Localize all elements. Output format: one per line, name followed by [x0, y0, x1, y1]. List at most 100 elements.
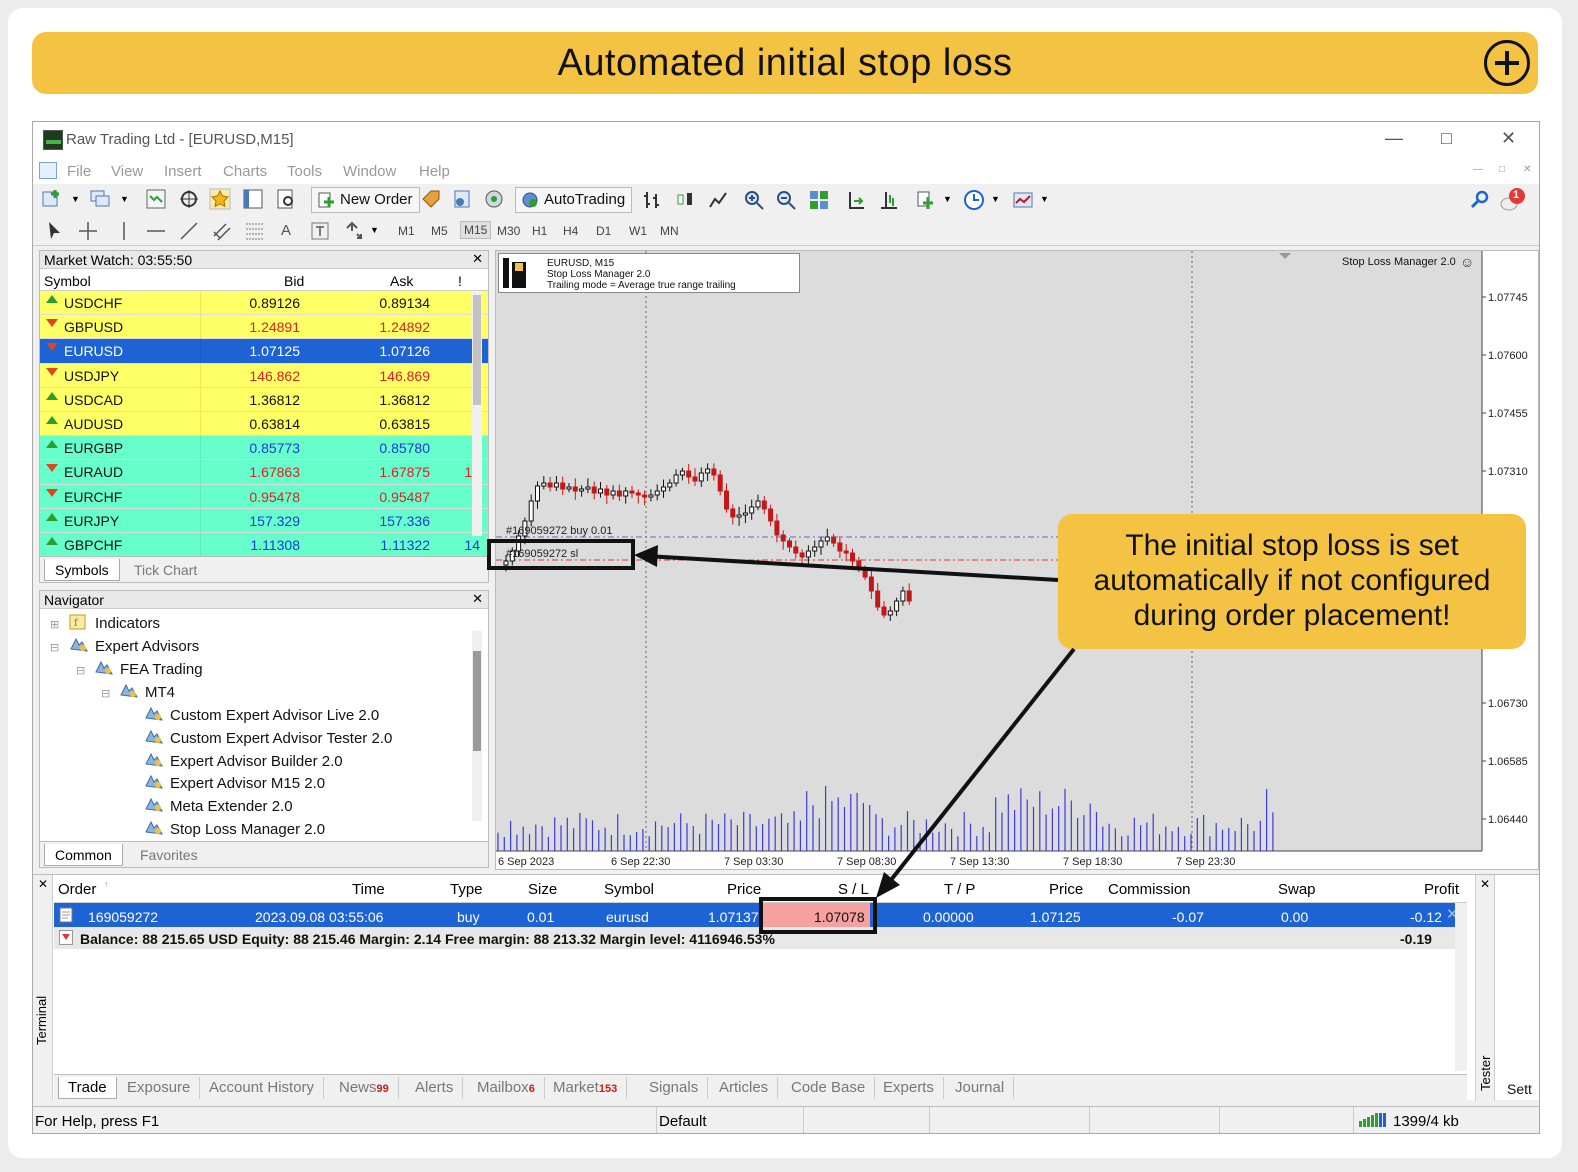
list-item[interactable]: EURGBP0.857730.857807 [40, 436, 488, 461]
data-window-icon[interactable] [178, 188, 200, 210]
tab-common[interactable]: Common [44, 844, 123, 866]
col-time[interactable]: Time [352, 881, 385, 898]
meta-editor-icon[interactable] [451, 188, 473, 210]
chevron-down-icon[interactable]: ▼ [370, 225, 379, 235]
close-icon[interactable]: ✕ [472, 251, 483, 267]
col-swap[interactable]: Swap [1278, 881, 1316, 898]
mdi-restore-icon[interactable]: □ [1499, 164, 1505, 175]
col-current-price[interactable]: Price [1049, 881, 1083, 898]
autotrading-button[interactable]: AutoTrading [515, 187, 633, 213]
list-item[interactable]: EURAUD1.678631.6787512 [40, 460, 488, 485]
tab-trade[interactable]: Trade [58, 1077, 117, 1099]
plus-circle-icon[interactable] [1484, 40, 1530, 86]
periods-clock-icon[interactable] [963, 189, 985, 211]
tab-tester-settings[interactable]: Sett [1507, 1081, 1532, 1097]
menu-insert[interactable]: Insert [164, 163, 202, 180]
line-chart-icon[interactable] [707, 189, 729, 211]
tab-code-base[interactable]: Code Base [782, 1077, 876, 1099]
nav-ea-item[interactable]: Expert Advisor Builder 2.0 [170, 753, 343, 770]
list-item[interactable]: EURJPY157.329157.3367 [40, 508, 488, 533]
tab-mailbox[interactable]: Mailbox6 [468, 1077, 545, 1099]
trendline-icon[interactable] [178, 220, 200, 242]
nav-indicators[interactable]: Indicators [95, 615, 160, 632]
menu-tools[interactable]: Tools [287, 163, 322, 180]
mdi-close-icon[interactable]: ✕ [1523, 164, 1531, 175]
terminal-side-tab[interactable]: ✕ Terminal [33, 875, 53, 1100]
menu-charts[interactable]: Charts [223, 163, 267, 180]
crosshair-icon[interactable] [77, 220, 99, 242]
list-item[interactable]: GBPUSD1.248911.248921 [40, 315, 488, 340]
col-type[interactable]: Type [450, 881, 483, 898]
menu-view[interactable]: View [111, 163, 143, 180]
col-tp[interactable]: T / P [944, 881, 975, 898]
auto-scroll-icon[interactable] [845, 189, 867, 211]
nav-ea-item[interactable]: Custom Expert Advisor Live 2.0 [170, 707, 379, 724]
tab-experts[interactable]: Experts [874, 1077, 944, 1099]
close-icon[interactable]: ✕ [1480, 877, 1490, 891]
text-label-icon[interactable] [309, 220, 331, 242]
candlestick-icon[interactable] [674, 189, 696, 211]
tab-journal[interactable]: Journal [946, 1077, 1015, 1099]
col-size[interactable]: Size [528, 881, 557, 898]
cell-tp[interactable]: 0.00000 [923, 909, 974, 925]
equidistant-channel-icon[interactable] [211, 220, 233, 242]
timeframe-m1[interactable]: M1 [395, 223, 418, 239]
market-icon[interactable] [483, 188, 505, 210]
timeframe-h1[interactable]: H1 [529, 223, 550, 239]
list-item[interactable]: EURCHF0.954780.954879 [40, 484, 488, 509]
minimize-icon[interactable]: — [1385, 128, 1403, 149]
new-chart-icon[interactable] [41, 188, 63, 210]
cursor-icon[interactable] [43, 220, 65, 242]
close-icon[interactable]: ✕ [1501, 128, 1516, 149]
menu-help[interactable]: Help [419, 163, 450, 180]
chart-shift-icon[interactable] [878, 189, 900, 211]
vertical-line-icon[interactable] [113, 220, 135, 242]
mdi-minimize-icon[interactable]: — [1473, 164, 1483, 175]
col-spread[interactable]: ! [458, 273, 462, 289]
col-price[interactable]: Price [727, 881, 761, 898]
timeframe-mn[interactable]: MN [657, 223, 682, 239]
list-item[interactable]: GBPCHF 1.11308 1.11322 14 [40, 532, 488, 558]
maximize-icon[interactable]: □ [1441, 128, 1452, 149]
col-sl[interactable]: S / L [838, 881, 869, 898]
collapse-icon[interactable]: ⊟ [76, 664, 85, 677]
close-icon[interactable]: ✕ [38, 877, 48, 891]
nav-ea-item[interactable]: Expert Advisor M15 2.0 [170, 775, 325, 792]
nav-ea-item[interactable]: Stop Loss Manager 2.0 [170, 821, 325, 838]
smiley-icon[interactable]: ☺ [1460, 254, 1474, 270]
tab-alerts[interactable]: Alerts [406, 1077, 464, 1099]
list-item[interactable]: EURUSD1.071251.071261 [40, 339, 488, 364]
col-profit[interactable]: Profit [1424, 881, 1459, 898]
chevron-down-icon[interactable]: ▼ [120, 194, 129, 204]
market-watch-icon[interactable] [145, 188, 167, 210]
scrollbar-thumb[interactable] [473, 651, 481, 751]
new-order-button[interactable]: New Order [311, 187, 420, 213]
scrollbar[interactable] [1455, 903, 1467, 1071]
list-item[interactable]: USDJPY146.862146.8697 [40, 363, 488, 388]
horizontal-line-icon[interactable] [145, 220, 167, 242]
col-symbol[interactable]: Symbol [44, 273, 91, 289]
scrollbar-thumb[interactable] [473, 295, 481, 405]
tab-market[interactable]: Market153 [544, 1077, 628, 1099]
chevron-down-icon[interactable]: ▼ [1040, 194, 1049, 204]
tester-side-tab[interactable]: ✕ Tester [1475, 875, 1495, 1101]
expand-icon[interactable]: ⊞ [50, 618, 59, 631]
templates-icon[interactable] [1012, 189, 1034, 211]
text-tool-icon[interactable]: A [281, 222, 291, 239]
tab-exposure[interactable]: Exposure [118, 1077, 201, 1099]
nav-expert-advisors[interactable]: Expert Advisors [95, 638, 199, 655]
collapse-icon[interactable]: ⊟ [101, 687, 110, 700]
col-commission[interactable]: Commission [1108, 881, 1191, 898]
list-item[interactable]: USDCHF0.891260.891348 [40, 291, 488, 316]
tab-signals[interactable]: Signals [640, 1077, 709, 1099]
col-symbol[interactable]: Symbol [604, 881, 654, 898]
tag-icon[interactable] [420, 188, 442, 210]
collapse-icon[interactable]: ⊟ [50, 641, 59, 654]
tile-windows-icon[interactable] [808, 189, 830, 211]
chevron-down-icon[interactable]: ▼ [991, 194, 1000, 204]
timeframe-h4[interactable]: H4 [560, 223, 581, 239]
nav-ea-item[interactable]: Custom Expert Advisor Tester 2.0 [170, 730, 392, 747]
search-icon[interactable] [1469, 189, 1491, 211]
tab-account-history[interactable]: Account History [200, 1077, 325, 1099]
tab-symbols[interactable]: Symbols [44, 559, 120, 581]
